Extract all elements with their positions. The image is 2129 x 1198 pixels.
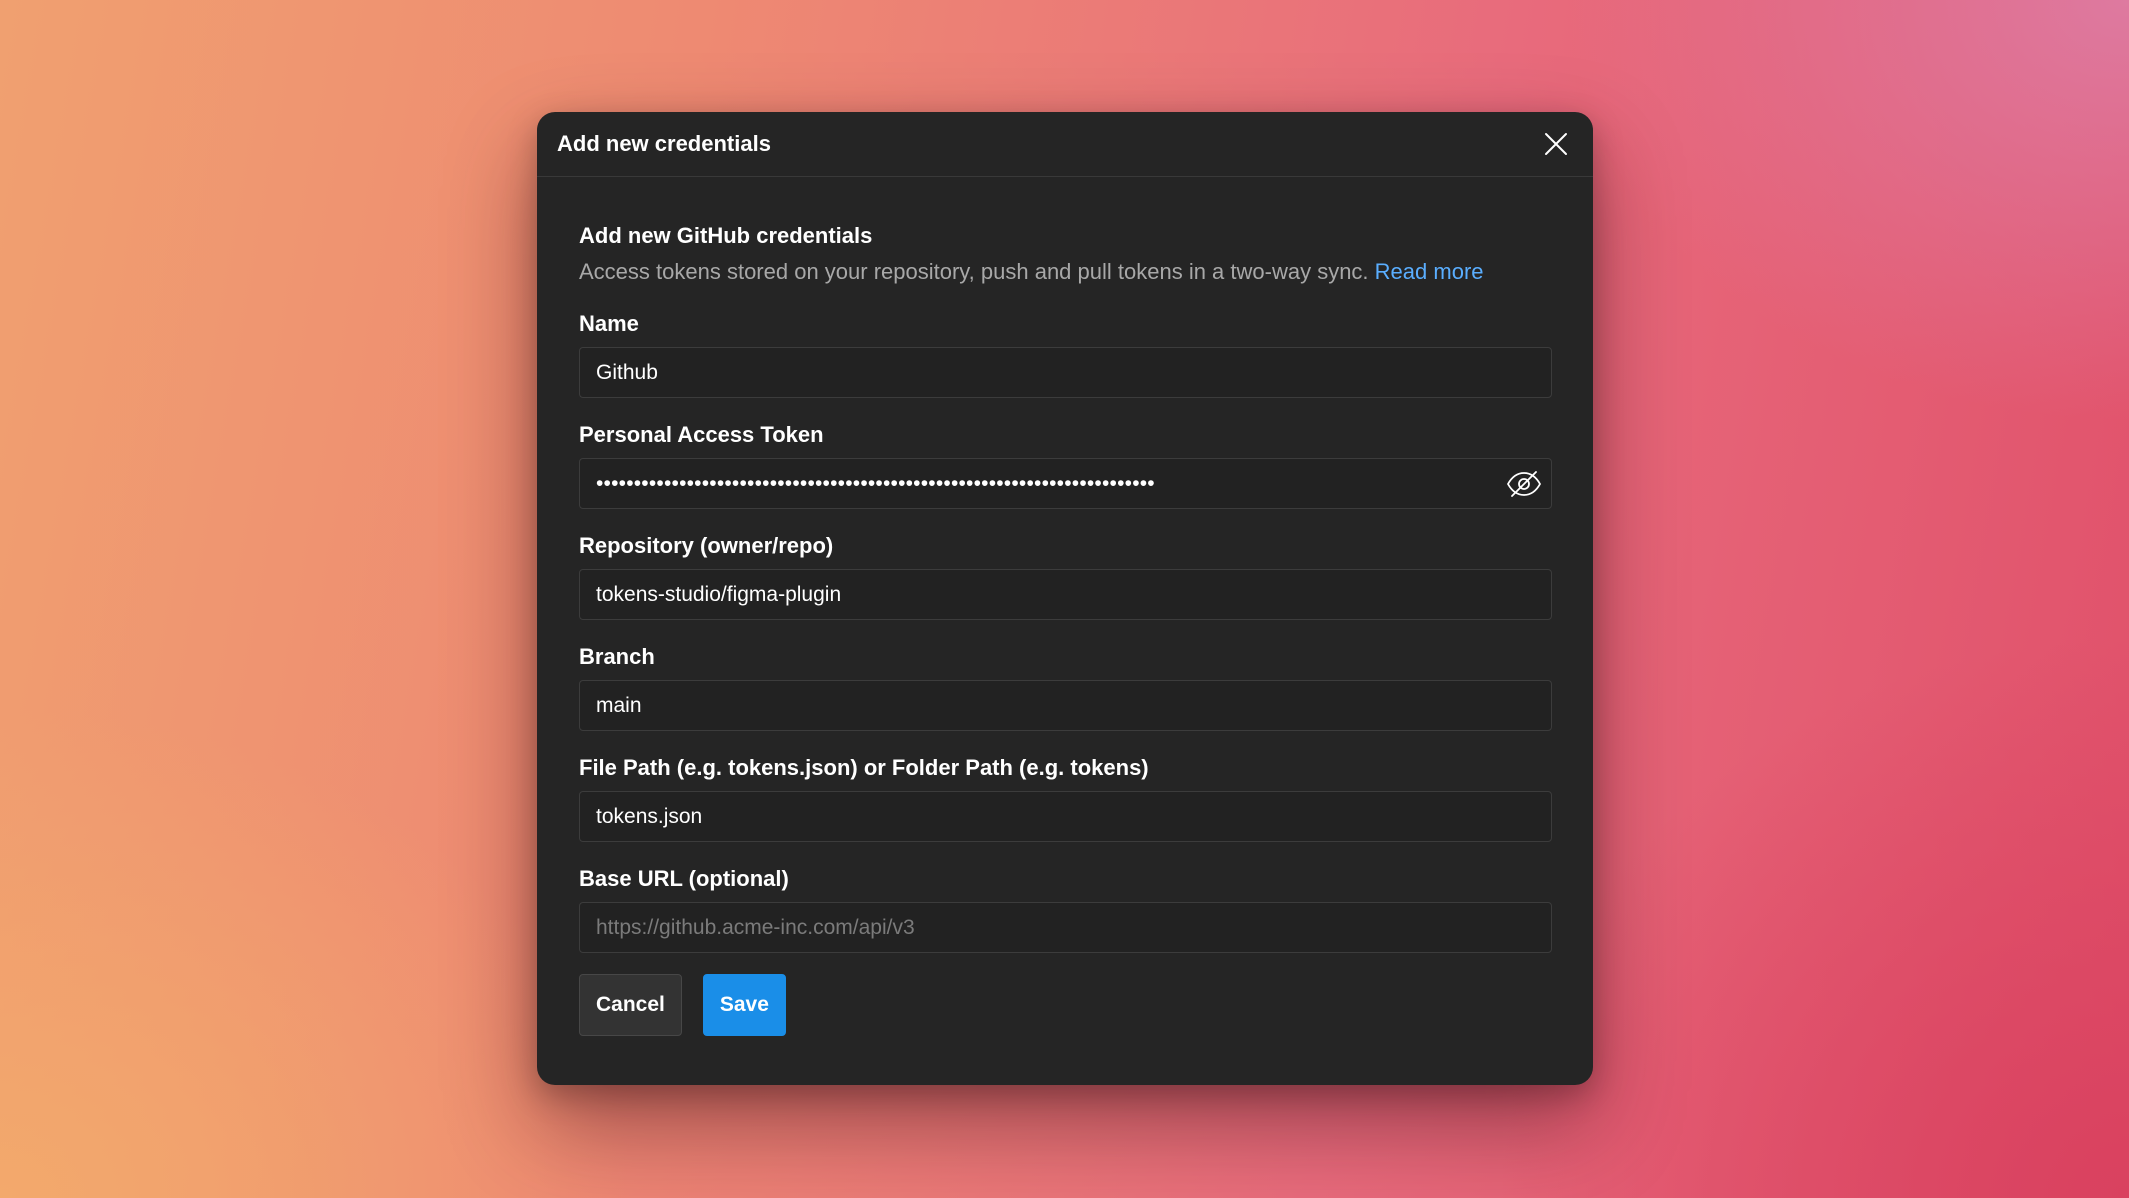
token-field-group: Personal Access Token ••••••••••••••••••… — [579, 420, 1552, 509]
repository-field-group: Repository (owner/repo) — [579, 531, 1552, 620]
read-more-link[interactable]: Read more — [1375, 259, 1484, 284]
name-label: Name — [579, 311, 639, 336]
name-field-group: Name — [579, 309, 1552, 398]
repository-label: Repository (owner/repo) — [579, 533, 834, 558]
file-path-input[interactable] — [580, 792, 1551, 841]
repository-input[interactable] — [580, 570, 1551, 619]
dialog-title: Add new credentials — [557, 131, 771, 156]
branch-input-wrapper — [579, 680, 1552, 731]
dialog-actions: Cancel Save — [579, 974, 1551, 1036]
add-credentials-dialog: Add new credentials Add new GitHub crede… — [537, 112, 1593, 1085]
base-url-input[interactable] — [580, 903, 1551, 952]
branch-input[interactable] — [580, 681, 1551, 730]
base-url-field-group: Base URL (optional) — [579, 864, 1552, 953]
eye-off-icon — [1506, 471, 1542, 497]
section-title: Add new GitHub credentials — [579, 223, 873, 248]
repository-input-wrapper — [579, 569, 1552, 620]
file-path-input-wrapper — [579, 791, 1552, 842]
file-path-field-group: File Path (e.g. tokens.json) or Folder P… — [579, 753, 1552, 842]
dialog-body: Add new GitHub credentials Access tokens… — [537, 177, 1593, 1036]
token-input[interactable]: ••••••••••••••••••••••••••••••••••••••••… — [579, 458, 1552, 509]
dialog-header: Add new credentials — [537, 112, 1593, 177]
name-input-wrapper — [579, 347, 1552, 398]
file-path-label: File Path (e.g. tokens.json) or Folder P… — [579, 755, 1149, 780]
token-masked-value: ••••••••••••••••••••••••••••••••••••••••… — [596, 471, 1155, 495]
cancel-button[interactable]: Cancel — [579, 974, 682, 1036]
branch-field-group: Branch — [579, 642, 1552, 731]
name-input[interactable] — [580, 348, 1551, 397]
token-label: Personal Access Token — [579, 422, 824, 447]
base-url-input-wrapper — [579, 902, 1552, 953]
base-url-label: Base URL (optional) — [579, 866, 789, 891]
branch-label: Branch — [579, 644, 655, 669]
close-icon — [1545, 133, 1567, 155]
section-description: Access tokens stored on your repository,… — [579, 257, 1551, 287]
section-description-text: Access tokens stored on your repository,… — [579, 259, 1369, 284]
toggle-visibility-button[interactable] — [1505, 467, 1543, 501]
close-button[interactable] — [1539, 127, 1573, 161]
save-button[interactable]: Save — [702, 974, 786, 1036]
